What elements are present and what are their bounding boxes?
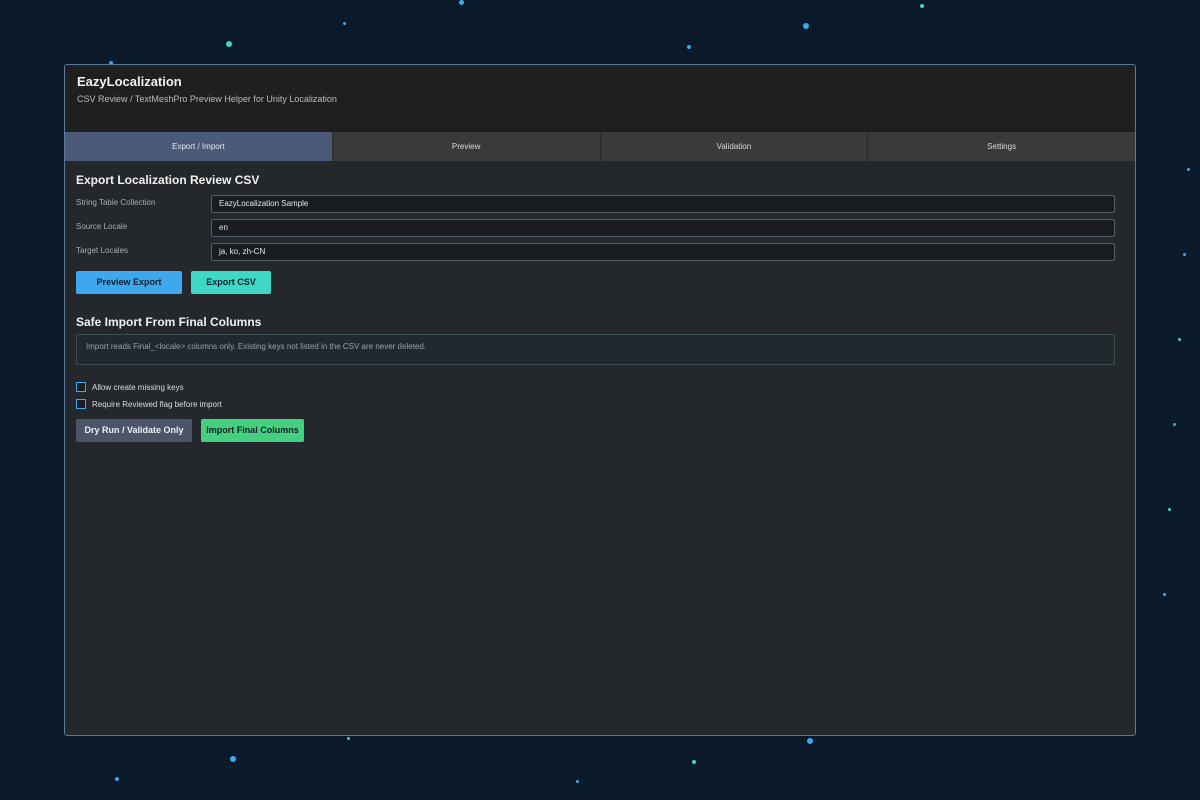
allow-create-missing-keys-option[interactable]: Allow create missing keys [76,381,184,393]
preview-export-button[interactable]: Preview Export [76,271,182,294]
background-dot [803,23,809,29]
import-section-title: Safe Import From Final Columns [76,315,262,329]
background-dot [1187,168,1190,171]
background-dot [1178,338,1181,341]
editor-window: EazyLocalization CSV Review / TextMeshPr… [64,64,1136,736]
background-dot [920,4,924,8]
background-dot [459,0,464,5]
tab-preview[interactable]: Preview [332,132,601,161]
export-csv-button[interactable]: Export CSV [191,271,271,294]
target-locales-label: Target Locales [76,246,129,255]
background-dot [115,777,119,781]
background-dot [692,760,696,764]
app-subtitle: CSV Review / TextMeshPro Preview Helper … [77,94,337,104]
app-title: EazyLocalization [77,74,182,89]
background-dot [1183,253,1186,256]
source-locale-label: Source Locale [76,222,128,231]
tab-settings[interactable]: Settings [868,132,1135,161]
tab-bar: Export / Import Preview Validation Setti… [65,132,1135,161]
import-info-box: Import reads Final_<locale> columns only… [76,334,1115,365]
background-dot [1163,593,1166,596]
background-dot [347,737,350,740]
tab-validation[interactable]: Validation [600,132,869,161]
allow-create-missing-keys-checkbox[interactable] [76,382,86,392]
background-dot [230,756,236,762]
background-dot [687,45,691,49]
string-table-collection-field[interactable]: EazyLocalization Sample [211,195,1115,213]
background-dot [226,41,232,47]
background-dot [1173,423,1176,426]
source-locale-field[interactable]: en [211,219,1115,237]
background-dot [1168,508,1171,511]
allow-create-missing-keys-label: Allow create missing keys [92,382,184,392]
require-reviewed-flag-checkbox[interactable] [76,399,86,409]
import-final-columns-button[interactable]: Import Final Columns [201,419,304,442]
dry-run-validate-button[interactable]: Dry Run / Validate Only [76,419,192,442]
require-reviewed-flag-option[interactable]: Require Reviewed flag before import [76,398,222,410]
background-dot [343,22,346,25]
background-dot [807,738,813,744]
window-header: EazyLocalization CSV Review / TextMeshPr… [65,65,1135,132]
require-reviewed-flag-label: Require Reviewed flag before import [92,399,222,409]
target-locales-field[interactable]: ja, ko, zh-CN [211,243,1115,261]
export-section-title: Export Localization Review CSV [76,173,260,187]
string-table-collection-label: String Table Collection [76,198,156,207]
tab-export-import[interactable]: Export / Import [65,132,333,161]
background-dot [576,780,579,783]
